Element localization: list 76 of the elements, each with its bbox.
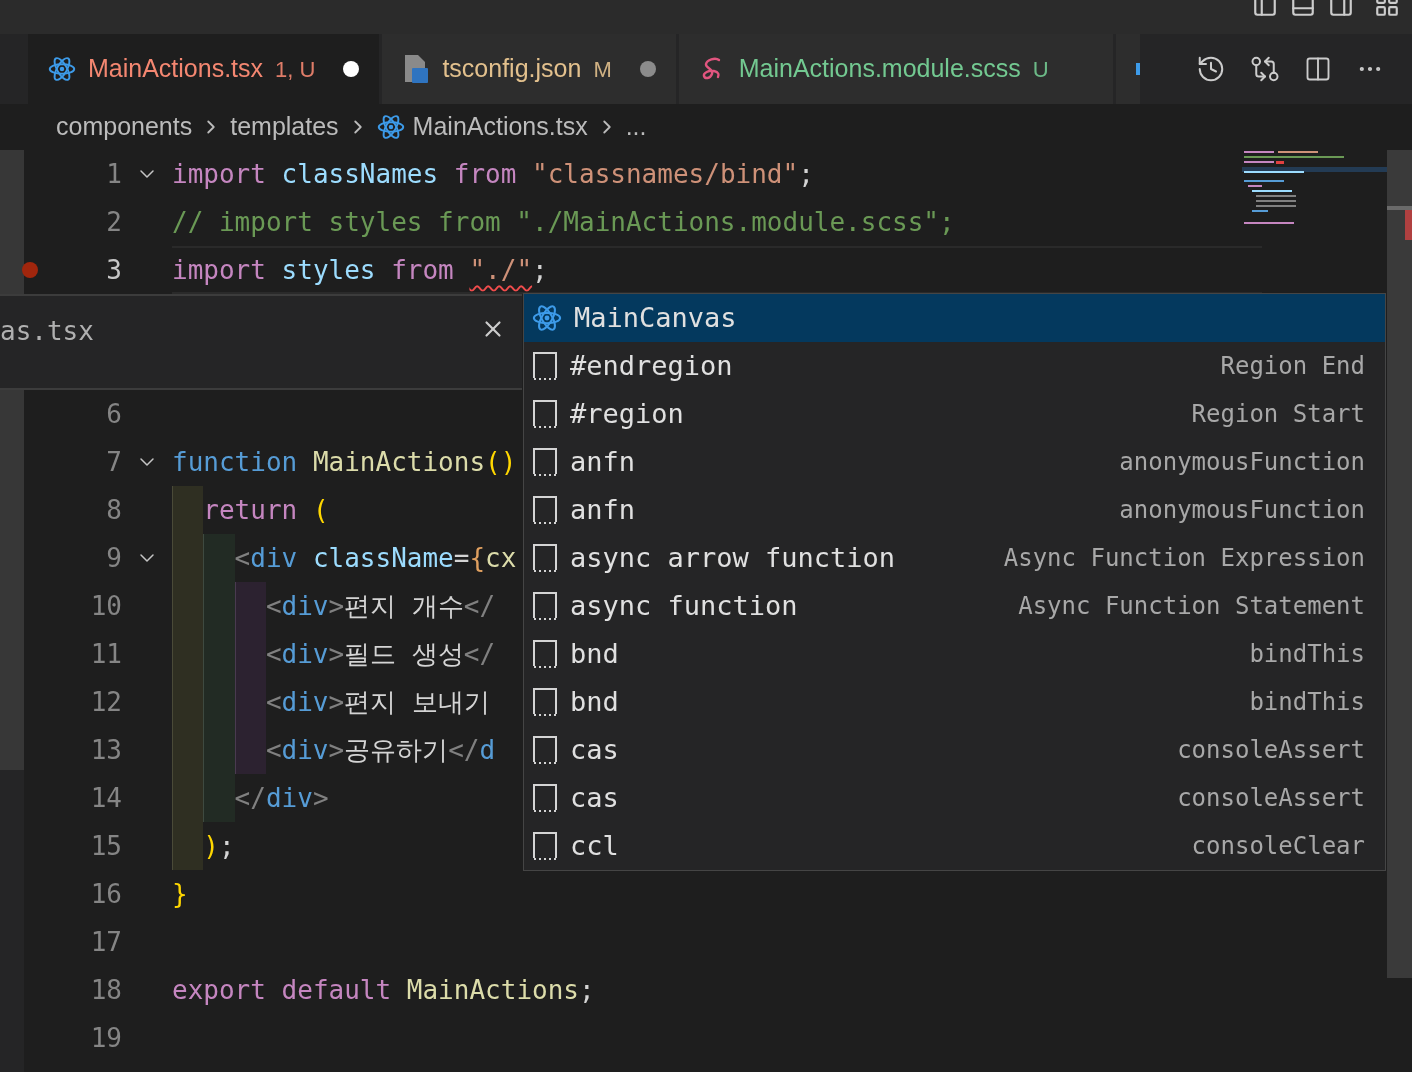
code-line: import styles from "./"; bbox=[172, 253, 548, 287]
snippet-icon bbox=[532, 639, 558, 669]
code-line: <div>공유하기</d bbox=[265, 733, 496, 767]
line-number: 12 bbox=[89, 685, 122, 719]
code-line: // import styles from "./MainActions.module.scss"; bbox=[172, 205, 955, 239]
suggestion-item[interactable]: bnd bindThis bbox=[524, 630, 1385, 678]
suggestion-item[interactable]: async arrow function Async Function Expression bbox=[524, 534, 1385, 582]
suggestion-item[interactable]: #region Region Start bbox=[524, 390, 1385, 438]
line-number: 8 bbox=[105, 493, 122, 527]
snippet-icon bbox=[532, 399, 558, 429]
breadcrumb-item[interactable]: ... bbox=[625, 108, 647, 146]
line-number: 2 bbox=[105, 205, 122, 239]
breadcrumb-item[interactable]: templates bbox=[230, 108, 339, 146]
suggestion-item[interactable]: MainCanvas bbox=[524, 294, 1385, 342]
line-number: 1 bbox=[105, 157, 122, 191]
indent-guide bbox=[234, 726, 266, 774]
line-number: 3 bbox=[105, 253, 122, 287]
code-line: } bbox=[172, 877, 188, 911]
snippet-icon bbox=[532, 447, 558, 477]
indent-guide bbox=[234, 582, 266, 630]
split-editor-icon[interactable] bbox=[1304, 55, 1332, 83]
indent-guide bbox=[203, 774, 235, 822]
line-number: 15 bbox=[89, 829, 122, 863]
snippet-icon bbox=[532, 735, 558, 765]
suggestion-item[interactable]: async function Async Function Statement bbox=[524, 582, 1385, 630]
atom-icon bbox=[376, 113, 405, 141]
code-line: </div> bbox=[234, 781, 329, 815]
suggestion-item[interactable]: ccl consoleClear bbox=[524, 822, 1385, 870]
snippet-icon bbox=[532, 831, 558, 861]
scrollbar[interactable] bbox=[1387, 150, 1412, 978]
editor-tab[interactable]: MainActions.tsx 1, U bbox=[28, 34, 380, 104]
editor-tab[interactable]: MainActions.module.scss U bbox=[678, 34, 1113, 104]
code-line: return ( bbox=[203, 493, 329, 527]
indent-guide bbox=[172, 486, 204, 534]
code-line: <div>필드 생성</ bbox=[265, 637, 496, 671]
suggestion-item[interactable]: cas consoleAssert bbox=[524, 726, 1385, 774]
atom-icon bbox=[48, 55, 76, 83]
suggestion-item[interactable]: bnd bindThis bbox=[524, 678, 1385, 726]
snippet-icon bbox=[532, 351, 558, 381]
line-number: 16 bbox=[89, 877, 122, 911]
snippet-icon bbox=[532, 543, 558, 573]
line-number: 14 bbox=[89, 781, 122, 815]
indent-guide bbox=[203, 534, 235, 582]
code-line: <div className={cx bbox=[234, 541, 517, 575]
suggestion-item[interactable]: anfn anonymousFunction bbox=[524, 438, 1385, 486]
line-number: 17 bbox=[89, 925, 122, 959]
code-line: import classNames from "classnames/bind"; bbox=[172, 157, 814, 191]
breadcrumb-item[interactable]: components bbox=[56, 108, 193, 146]
line-number: 11 bbox=[89, 637, 122, 671]
line-number: 10 bbox=[89, 589, 122, 623]
code-line: <div>편지 보내기 bbox=[265, 685, 490, 719]
history-icon[interactable] bbox=[1196, 54, 1226, 84]
snippet-icon bbox=[532, 591, 558, 621]
code-line: export default MainActions; bbox=[172, 973, 595, 1007]
suggestion-item[interactable]: anfn anonymousFunction bbox=[524, 486, 1385, 534]
editor-tab[interactable]: tsconfig.json M bbox=[382, 34, 676, 104]
peek-title: as.tsx bbox=[0, 315, 94, 348]
line-number: 19 bbox=[89, 1021, 122, 1055]
line-number: 7 bbox=[105, 445, 122, 479]
file-icon bbox=[402, 54, 431, 84]
suggestion-item[interactable]: #endregion Region End bbox=[524, 342, 1385, 390]
code-line: function MainActions() bbox=[172, 445, 517, 479]
suggestion-item[interactable]: cas consoleAssert bbox=[524, 774, 1385, 822]
snippet-icon bbox=[532, 495, 558, 525]
snippet-icon bbox=[532, 687, 558, 717]
code-line: <div>편지 개수</ bbox=[265, 589, 496, 623]
code-line: ); bbox=[203, 829, 235, 863]
line-number: 13 bbox=[89, 733, 122, 767]
line-number: 18 bbox=[89, 973, 122, 1007]
indent-guide bbox=[172, 822, 204, 870]
breadcrumb-item[interactable]: MainActions.tsx bbox=[412, 108, 588, 146]
line-number: 9 bbox=[105, 541, 122, 575]
compare-changes-icon[interactable] bbox=[1250, 54, 1280, 84]
atom-icon bbox=[532, 303, 562, 333]
snippet-icon bbox=[532, 783, 558, 813]
line-number: 6 bbox=[105, 397, 122, 431]
